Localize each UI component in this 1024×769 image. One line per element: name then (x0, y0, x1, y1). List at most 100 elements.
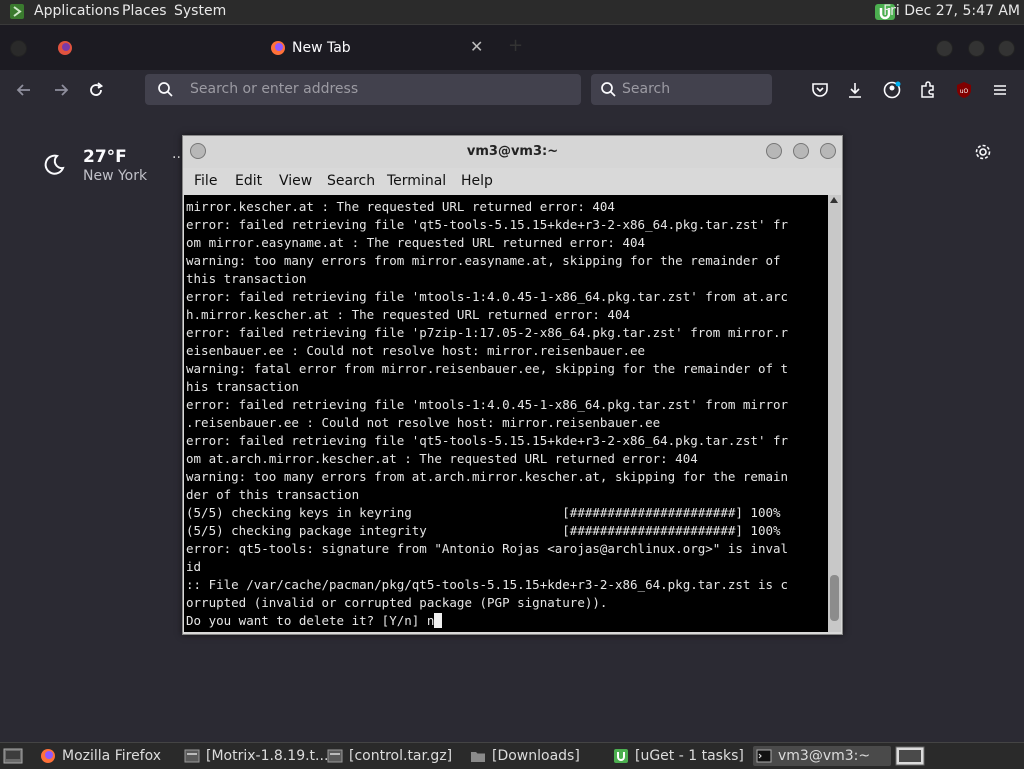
clock[interactable]: Fri Dec 27, 5:47 AM (883, 3, 1020, 19)
svg-text:uO: uO (960, 88, 969, 95)
taskbar-label: [uGet - 1 tasks] (635, 748, 744, 764)
taskbar-label: vm3@vm3:~ (778, 748, 871, 764)
reload-icon[interactable] (86, 80, 106, 100)
terminal-line: error: qt5-tools: signature from "Antoni… (186, 541, 789, 556)
scroll-up-arrow-icon[interactable] (830, 197, 838, 203)
ublock-origin-icon[interactable]: uO (954, 80, 974, 100)
taskbar-item-firefox[interactable]: Mozilla Firefox (40, 746, 170, 766)
menu-search[interactable]: Search (327, 173, 375, 189)
terminal-icon (756, 749, 772, 763)
minimize-button[interactable] (936, 40, 953, 57)
maximize-button[interactable] (793, 143, 809, 159)
extensions-icon[interactable] (918, 80, 938, 100)
terminal-line: warning: too many errors from at.arch.mi… (186, 469, 789, 484)
distro-logo-icon[interactable] (9, 3, 25, 20)
menu-applications[interactable]: Applications (34, 3, 120, 19)
terminal-output[interactable]: mirror.kescher.at : The requested URL re… (184, 195, 828, 632)
menu-edit[interactable]: Edit (235, 173, 262, 189)
terminal-line: error: failed retrieving file 'p7zip-1:1… (186, 325, 789, 340)
forward-arrow-icon[interactable] (51, 80, 71, 100)
taskbar-item-terminal[interactable]: vm3@vm3:~ (753, 746, 891, 766)
new-tab-button[interactable]: + (508, 35, 523, 56)
firefox-icon (41, 749, 55, 763)
terminal-titlebar[interactable]: vm3@vm3:~ (183, 136, 842, 168)
taskbar-item-motrix[interactable]: [Motrix-1.8.19.t... (184, 746, 328, 766)
account-icon[interactable] (882, 80, 902, 100)
show-desktop-icon[interactable] (3, 747, 23, 765)
close-window-button[interactable] (998, 40, 1015, 57)
file-icon (327, 749, 343, 763)
browser-navbar: Search or enter address Search uO (0, 70, 1024, 110)
weather-night-icon (44, 154, 65, 175)
window-menu-icon[interactable] (10, 40, 27, 57)
terminal-line: his transaction (186, 379, 299, 394)
menu-terminal[interactable]: Terminal (387, 173, 446, 189)
terminal-prompt-line: Do you want to delete it? [Y/n] n (186, 613, 435, 628)
tab-new-tab[interactable]: New Tab (270, 33, 495, 63)
weather-city[interactable]: New York (83, 168, 147, 184)
folder-icon (471, 752, 485, 762)
url-placeholder: Search or enter address (190, 81, 359, 97)
search-input[interactable]: Search (591, 74, 772, 105)
minimize-button[interactable] (766, 143, 782, 159)
terminal-line: error: failed retrieving file 'mtools-1:… (186, 397, 789, 412)
downloads-icon[interactable] (845, 80, 865, 100)
taskbar-label: [Motrix-1.8.19.t... (206, 748, 329, 764)
taskbar-item-control-tar[interactable]: [control.tar.gz] (327, 746, 457, 766)
back-arrow-icon[interactable] (14, 80, 34, 100)
terminal-line: :: File /var/cache/pacman/pkg/qt5-tools-… (186, 577, 789, 592)
firefox-favicon-icon (58, 41, 72, 55)
terminal-cursor (434, 613, 443, 628)
taskbar-item-uget[interactable]: [uGet - 1 tasks] (613, 746, 744, 766)
uget-icon (614, 749, 628, 763)
menu-system[interactable]: System (174, 3, 226, 19)
terminal-line: error: failed retrieving file 'qt5-tools… (186, 433, 789, 448)
weather-temperature[interactable]: 27°F (83, 147, 127, 167)
tab-close-icon[interactable]: ✕ (470, 37, 483, 56)
terminal-line: (5/5) checking keys in keyring [########… (186, 505, 781, 520)
menu-help[interactable]: Help (461, 173, 493, 189)
terminal-title: vm3@vm3:~ (466, 144, 559, 159)
terminal-line: eisenbauer.ee : Could not resolve host: … (186, 343, 646, 358)
search-placeholder: Search (622, 81, 671, 97)
terminal-scrollbar[interactable] (828, 195, 841, 632)
terminal-line: this transaction (186, 271, 307, 286)
search-icon (158, 82, 173, 97)
close-button[interactable] (820, 143, 836, 159)
taskbar: Mozilla Firefox [Motrix-1.8.19.t... [con… (0, 742, 1024, 769)
url-input[interactable]: Search or enter address (145, 74, 581, 105)
hamburger-menu-icon[interactable] (990, 80, 1010, 100)
terminal-window[interactable]: vm3@vm3:~ File Edit View Search Terminal… (182, 135, 843, 635)
pocket-icon[interactable] (810, 80, 830, 100)
tab-label: New Tab (292, 40, 351, 56)
menu-file[interactable]: File (194, 173, 217, 189)
taskbar-item-downloads[interactable]: [Downloads] (470, 746, 600, 766)
terminal-line: .reisenbauer.ee : Could not resolve host… (186, 415, 661, 430)
gear-icon[interactable] (974, 143, 992, 161)
weather-menu-button[interactable]: ·· (172, 150, 181, 166)
menu-view[interactable]: View (279, 173, 312, 189)
search-icon (601, 82, 616, 97)
browser-tabbar: New Tab ✕ + (0, 25, 1024, 70)
terminal-line: mirror.kescher.at : The requested URL re… (186, 199, 615, 214)
terminal-text: mirror.kescher.at : The requested URL re… (186, 198, 788, 630)
terminal-line: error: failed retrieving file 'mtools-1:… (186, 289, 789, 304)
maximize-button[interactable] (968, 40, 985, 57)
taskbar-label: [Downloads] (492, 748, 580, 764)
firefox-favicon-icon (271, 41, 285, 55)
terminal-menubar: File Edit View Search Terminal Help (183, 168, 842, 195)
terminal-line: om at.arch.mirror.kescher.at : The reque… (186, 451, 698, 466)
taskbar-label: [control.tar.gz] (349, 748, 453, 764)
terminal-line: om mirror.easyname.at : The requested UR… (186, 235, 646, 250)
terminal-line: der of this transaction (186, 487, 360, 502)
workspace-switcher-icon[interactable] (895, 746, 925, 766)
tab-inactive[interactable] (57, 33, 257, 63)
scrollbar-thumb[interactable] (830, 575, 839, 621)
terminal-line: warning: fatal error from mirror.reisenb… (186, 361, 789, 376)
top-panel: Applications Places System Fri Dec 27, 5… (0, 0, 1024, 25)
menu-places[interactable]: Places (122, 3, 167, 19)
terminal-line: h.mirror.kescher.at : The requested URL … (186, 307, 631, 322)
taskbar-label: Mozilla Firefox (62, 748, 162, 764)
terminal-line: orrupted (invalid or corrupted package (… (186, 595, 608, 610)
terminal-line: id (186, 559, 202, 574)
